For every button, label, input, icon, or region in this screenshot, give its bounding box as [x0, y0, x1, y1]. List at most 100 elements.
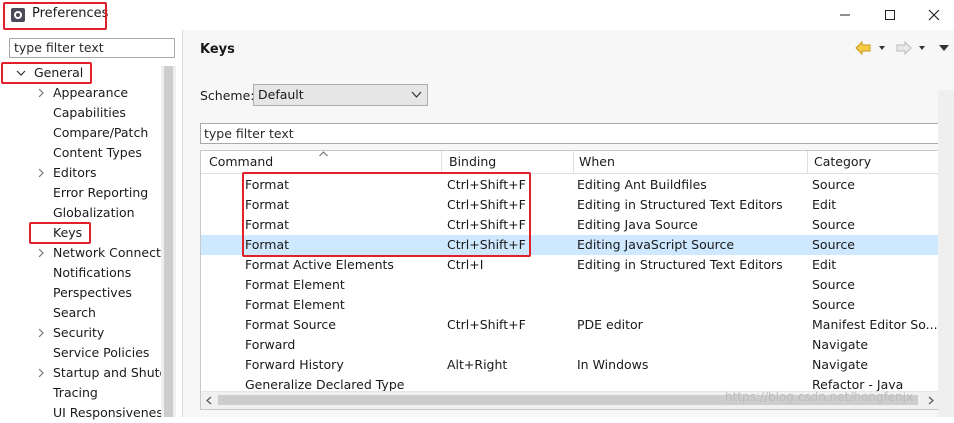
- tree-item-ui-responsivenes[interactable]: UI Responsivenes: [0, 403, 163, 423]
- cell-when: Editing in Structured Text Editors: [577, 257, 783, 272]
- tree-item-label: Network Connecti: [53, 245, 165, 260]
- page-title: Keys: [200, 42, 235, 57]
- tree-item-capabilities[interactable]: Capabilities: [0, 103, 160, 123]
- back-dropdown-icon[interactable]: [879, 46, 885, 50]
- tree-item-label: Compare/Patch: [53, 125, 149, 140]
- cell-when: Editing Ant Buildfiles: [577, 177, 707, 192]
- scheme-label: Scheme:: [200, 88, 255, 103]
- cell-category: Manifest Editor So...: [812, 317, 937, 332]
- tree-item-content-types[interactable]: Content Types: [0, 143, 160, 163]
- minimize-button[interactable]: [825, 4, 865, 26]
- table-row[interactable]: Format Ctrl+Shift+F Editing in Structured …: [201, 195, 939, 215]
- table-row[interactable]: Format Element Source: [201, 275, 939, 295]
- tree-item-error-reporting[interactable]: Error Reporting: [0, 183, 160, 203]
- tree-item-label: Perspectives: [53, 285, 132, 300]
- table-row[interactable]: Format Ctrl+Shift+F Editing Ant Buildfiles…: [201, 175, 939, 195]
- tree-item-startup-and-shutd[interactable]: Startup and Shutd: [0, 363, 167, 383]
- tree-scrollbar-thumb[interactable]: [164, 66, 173, 417]
- window-title: Preferences: [32, 6, 109, 21]
- table-row[interactable]: Format Source Ctrl+Shift+F PDE editor Manif…: [201, 315, 939, 335]
- chevron-down-icon[interactable]: [16, 68, 26, 78]
- tree-item-service-policies[interactable]: Service Policies: [0, 343, 160, 363]
- table-row[interactable]: Format Element Source: [201, 295, 939, 315]
- tree-item-label: Security: [53, 325, 105, 340]
- close-button[interactable]: [914, 4, 954, 26]
- cell-binding: Ctrl+Shift+F: [447, 177, 526, 192]
- tree-item-label: Capabilities: [53, 105, 126, 120]
- column-category[interactable]: Category: [814, 154, 871, 170]
- tree-item-editors[interactable]: Editors: [0, 163, 160, 183]
- tree-item-label: Content Types: [53, 145, 142, 160]
- tree-item-label: Keys: [53, 225, 83, 240]
- back-arrow-icon[interactable]: [855, 40, 871, 56]
- cell-category: Source: [812, 297, 855, 312]
- tree-item-notifications[interactable]: Notifications: [0, 263, 160, 283]
- tree-item-label: Error Reporting: [53, 185, 149, 200]
- cell-when: Editing in Structured Text Editors: [577, 197, 783, 212]
- tree-item-label: Startup and Shutd: [53, 365, 168, 380]
- page-vertical-scrollbar[interactable]: [938, 90, 954, 417]
- maximize-icon: [885, 10, 895, 20]
- cell-category: Navigate: [812, 357, 869, 372]
- chevron-right-icon[interactable]: [36, 168, 46, 178]
- keys-filter-input[interactable]: type filter text: [200, 123, 940, 144]
- column-binding[interactable]: Binding: [449, 154, 496, 170]
- chevron-right-icon[interactable]: [36, 328, 46, 338]
- tree-item-search[interactable]: Search: [0, 303, 160, 323]
- maximize-button[interactable]: [870, 4, 910, 26]
- cell-category: Source: [812, 177, 855, 192]
- scroll-right-icon[interactable]: [927, 396, 935, 405]
- cell-command: Format: [245, 217, 290, 232]
- chevron-right-icon[interactable]: [36, 88, 46, 98]
- tree-item-label: Appearance: [53, 85, 129, 100]
- cell-binding: Ctrl+Shift+F: [447, 217, 526, 232]
- cell-binding: Ctrl+Shift+F: [447, 237, 526, 252]
- cell-category: Source: [812, 217, 855, 232]
- cell-category: Edit: [812, 257, 837, 272]
- chevron-right-icon[interactable]: [36, 248, 46, 258]
- cell-command: Format Active Elements: [245, 257, 394, 272]
- tree-item-tracing[interactable]: Tracing: [0, 383, 160, 403]
- column-when[interactable]: When: [579, 154, 615, 170]
- tree-item-compare-patch[interactable]: Compare/Patch: [0, 123, 160, 143]
- scheme-select[interactable]: Default: [253, 84, 428, 106]
- cell-command: Forward: [245, 337, 296, 352]
- table-row[interactable]: Format Ctrl+Shift+F Editing Java Source Sou…: [201, 215, 939, 235]
- cell-category: Edit: [812, 197, 837, 212]
- cell-binding: Ctrl+I: [447, 257, 484, 272]
- table-row[interactable]: Forward History Alt+Right In Windows Naviga…: [201, 355, 939, 375]
- tree-item-label: Editors: [53, 165, 97, 180]
- table-row[interactable]: Format Ctrl+Shift+F Editing JavaScript Sou…: [201, 235, 939, 255]
- column-command[interactable]: Command: [209, 154, 273, 170]
- tree-item-globalization[interactable]: Globalization: [0, 203, 160, 223]
- tree-item-label: Tracing: [53, 385, 98, 400]
- view-menu-icon[interactable]: [939, 45, 949, 51]
- tree-item-security[interactable]: Security: [0, 323, 160, 343]
- cell-command: Format: [245, 177, 290, 192]
- scroll-left-icon[interactable]: [205, 396, 213, 405]
- cell-category: Source: [812, 237, 855, 252]
- tree-item-label: Service Policies: [53, 345, 150, 360]
- close-icon: [928, 9, 940, 21]
- cell-command: Format Element: [245, 277, 345, 292]
- tree-filter-input[interactable]: type filter text: [9, 38, 175, 58]
- chevron-right-icon[interactable]: [36, 368, 46, 378]
- forward-arrow-icon[interactable]: [896, 40, 912, 56]
- forward-dropdown-icon[interactable]: [919, 46, 925, 50]
- tree-item-keys[interactable]: Keys: [0, 223, 160, 243]
- cell-binding: Ctrl+Shift+F: [447, 197, 526, 212]
- table-row[interactable]: Format Active Elements Ctrl+I Editing in S…: [201, 255, 939, 275]
- cell-binding: Ctrl+Shift+F: [447, 317, 526, 332]
- table-row[interactable]: Forward Navigate: [201, 335, 939, 355]
- cell-command: Format Element: [245, 297, 345, 312]
- chevron-down-icon: [411, 91, 422, 98]
- tree-item-perspectives[interactable]: Perspectives: [0, 283, 160, 303]
- tree-item-label: UI Responsivenes: [53, 405, 163, 420]
- tree-item-appearance[interactable]: Appearance: [0, 83, 160, 103]
- cell-when: In Windows: [577, 357, 649, 372]
- tree-item-network-connecti[interactable]: Network Connecti: [0, 243, 164, 263]
- tree-item-general[interactable]: General: [0, 63, 160, 83]
- table-header: Command Binding When Category: [201, 151, 939, 174]
- tree-item-label: Search: [53, 305, 96, 320]
- cell-when: PDE editor: [577, 317, 643, 332]
